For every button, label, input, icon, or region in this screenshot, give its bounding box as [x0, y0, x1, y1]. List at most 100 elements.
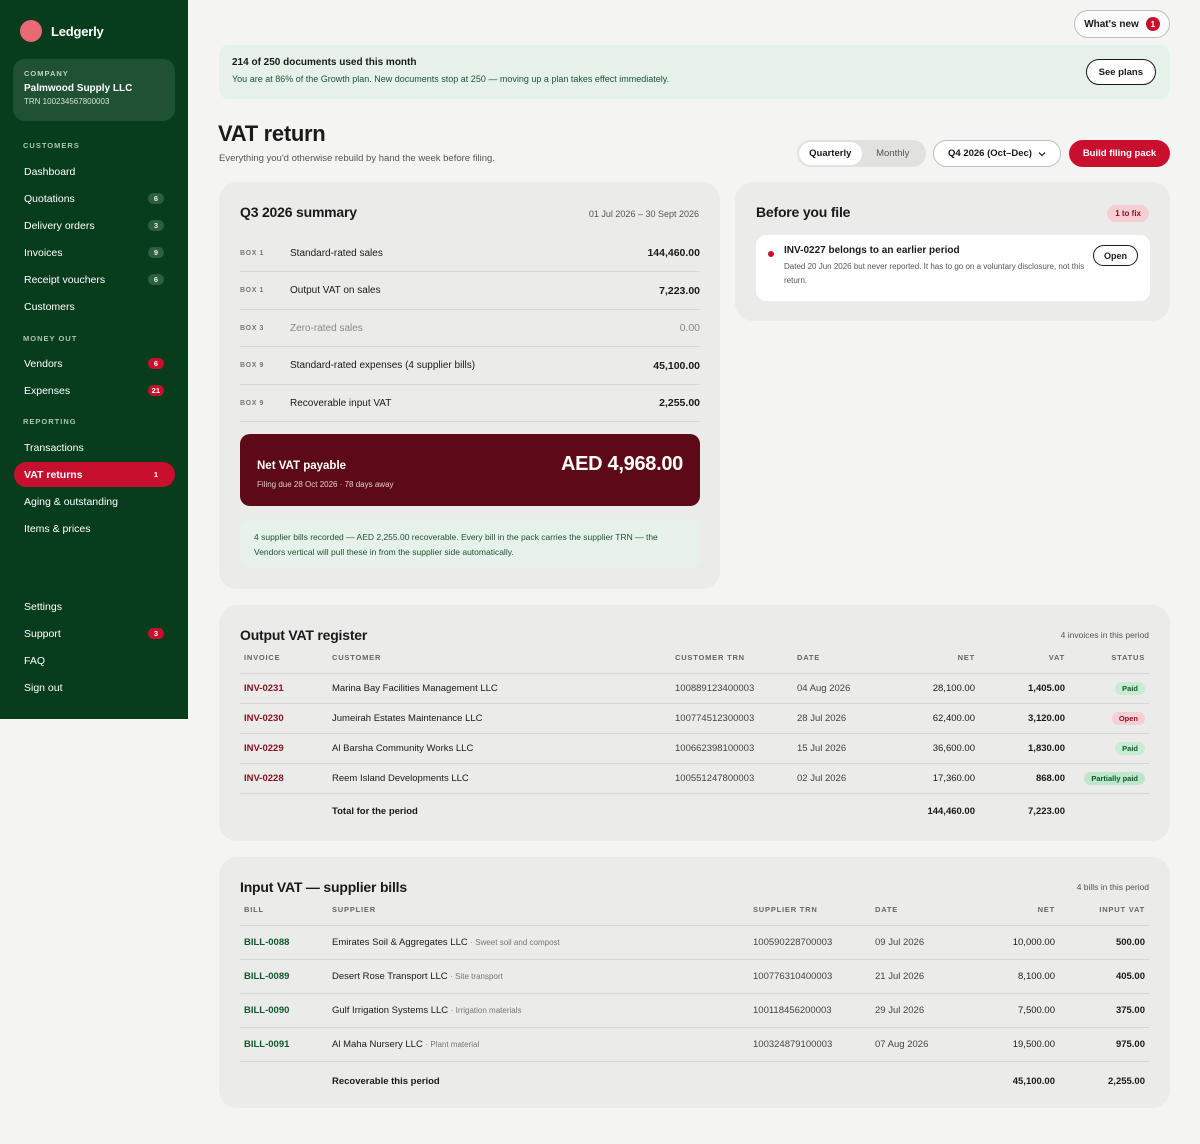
net-amount: 62,400.00 — [893, 703, 979, 734]
see-plans-button[interactable]: See plans — [1085, 59, 1156, 85]
table-row[interactable]: INV-0231 Marina Bay Facilities Management… — [240, 673, 1149, 704]
status-cell: Open — [1069, 703, 1149, 734]
nav-item-delivery-orders[interactable]: Delivery orders 3 — [14, 213, 175, 238]
chevron-down-icon — [1038, 151, 1046, 156]
toggle-quarterly[interactable]: Quarterly — [799, 142, 862, 165]
status-badge: Paid — [1115, 741, 1145, 755]
nav-item-label: Expenses — [24, 384, 71, 397]
column-header: INVOICE — [240, 643, 328, 674]
to-fix-badge: 1 to fix — [1107, 205, 1149, 222]
app-name: Ledgerly — [51, 23, 104, 39]
summary-dates: 01 Jul 2026 – 30 Sept 2026 — [588, 209, 699, 219]
build-filing-pack-button[interactable]: Build filing pack — [1069, 140, 1170, 167]
input-vat-table: BILL SUPPLIER SUPPLIER TRN DATE NET INPUT VAT… — [240, 895, 1149, 1101]
nav-item-customers[interactable]: Customers — [14, 294, 175, 319]
spacer-cell — [793, 792, 893, 830]
bill-link[interactable]: BILL-0090 — [240, 993, 328, 1028]
supplier-name: Desert Rose Transport LLC — [332, 970, 448, 982]
nav-item-settings[interactable]: Settings — [14, 594, 175, 619]
company-switcher[interactable]: COMPANY Palmwood Supply LLC TRN 10023456… — [13, 59, 175, 121]
table-row[interactable]: BILL-0089 Desert Rose Transport LLC · Sit… — [240, 959, 1149, 994]
nav-item-transactions[interactable]: Transactions — [14, 435, 175, 460]
spacer-cell — [671, 792, 793, 830]
column-header: SUPPLIER — [328, 895, 749, 926]
invoice-link[interactable]: INV-0230 — [240, 703, 328, 734]
nav-count-badge: 6 — [148, 274, 164, 285]
column-header: STATUS — [1069, 643, 1149, 674]
nav-item-faq[interactable]: FAQ — [14, 648, 175, 673]
nav-item-support[interactable]: Support 3 — [14, 621, 175, 646]
invoice-link[interactable]: INV-0228 — [240, 763, 328, 794]
issue-dot-icon — [768, 251, 774, 257]
issue-title: INV-0227 belongs to an earlier period — [784, 245, 960, 256]
invoice-link[interactable]: INV-0231 — [240, 673, 328, 704]
supplier-cell: Gulf Irrigation Systems LLC · Irrigation… — [328, 993, 749, 1028]
nav-item-quotations[interactable]: Quotations 6 — [14, 186, 175, 211]
output-vat-card: Output VAT register 4 invoices in this p… — [219, 605, 1170, 841]
column-header: VAT — [979, 643, 1069, 674]
supplier-trn: 100118456200003 — [749, 993, 871, 1028]
summary-row-label: Zero-rated sales — [290, 322, 363, 334]
net-amount: 17,360.00 — [893, 763, 979, 794]
input-vat-amount: 375.00 — [1059, 993, 1149, 1028]
status-badge: Open — [1111, 711, 1145, 725]
before-you-file-title: Before you file — [756, 204, 851, 220]
period-select[interactable]: Q4 2026 (Oct–Dec) — [933, 140, 1061, 167]
toggle-monthly[interactable]: Monthly — [862, 142, 925, 165]
table-row[interactable]: BILL-0090 Gulf Irrigation Systems LLC · I… — [240, 993, 1149, 1028]
table-row[interactable]: INV-0228 Reem Island Developments LLC 1005… — [240, 763, 1149, 794]
summary-row: BOX 1 Output VAT on sales 7,223.00 — [240, 273, 700, 310]
summary-row-label: Output VAT on sales — [290, 285, 381, 296]
sidebar: Ledgerly COMPANY Palmwood Supply LLC TRN… — [0, 0, 188, 719]
supplier-trn: 100776310400003 — [749, 959, 871, 994]
net-amount: 8,100.00 — [971, 959, 1059, 994]
supplier-description: · Sweet soil and compost — [470, 937, 560, 947]
app-logo[interactable]: Ledgerly — [20, 20, 104, 42]
spacer-cell — [871, 1060, 971, 1101]
box-number: BOX 1 — [240, 249, 265, 257]
company-label: COMPANY — [24, 69, 69, 78]
nav-item-label: Vendors — [24, 357, 63, 370]
nav-item-receipt-vouchers[interactable]: Receipt vouchers 6 — [14, 267, 175, 292]
whats-new-button[interactable]: What's new 1 — [1074, 10, 1170, 38]
vat-amount: 1,830.00 — [979, 733, 1069, 764]
company-name: Palmwood Supply LLC — [24, 83, 133, 94]
nav-item-invoices[interactable]: Invoices 9 — [14, 240, 175, 265]
page-subtitle: Everything you'd otherwise rebuild by ha… — [219, 153, 495, 164]
bill-date: 29 Jul 2026 — [871, 993, 971, 1028]
vat-amount: 868.00 — [979, 763, 1069, 794]
total-row: Total for the period 144,460.00 7,223.00 — [240, 792, 1149, 830]
logo-mark-icon — [20, 20, 42, 42]
table-row[interactable]: BILL-0088 Emirates Soil & Aggregates LLC … — [240, 925, 1149, 960]
table-row[interactable]: INV-0229 Al Barsha Community Works LLC 100… — [240, 733, 1149, 764]
table-row[interactable]: INV-0230 Jumeirah Estates Maintenance LLC… — [240, 703, 1149, 734]
invoice-link[interactable]: INV-0229 — [240, 733, 328, 764]
input-vat-title: Input VAT — supplier bills — [240, 879, 407, 895]
issue-item: INV-0227 belongs to an earlier period Da… — [756, 235, 1150, 301]
nav-item-vendors[interactable]: Vendors 6 — [14, 351, 175, 376]
nav-item-aging-and-outstanding[interactable]: Aging & outstanding — [14, 489, 175, 514]
nav-item-items-and-prices[interactable]: Items & prices — [14, 516, 175, 541]
input-vat-card: Input VAT — supplier bills 4 bills in th… — [219, 857, 1170, 1108]
nav-item-label: Invoices — [24, 246, 63, 259]
nav-section-customers: CUSTOMERS — [23, 141, 80, 150]
nav-item-label: Delivery orders — [24, 219, 95, 232]
nav-item-vat-returns[interactable]: VAT returns 1 — [14, 462, 175, 487]
summary-row: BOX 9 Recoverable input VAT 2,255.00 — [240, 385, 700, 422]
open-issue-button[interactable]: Open — [1092, 245, 1138, 266]
bill-link[interactable]: BILL-0088 — [240, 925, 328, 960]
bill-link[interactable]: BILL-0091 — [240, 1027, 328, 1062]
table-row[interactable]: BILL-0091 Al Maha Nursery LLC · Plant mat… — [240, 1027, 1149, 1062]
company-trn: TRN 100234567800003 — [24, 97, 110, 106]
summary-row-label: Recoverable input VAT — [290, 397, 392, 409]
nav-item-sign-out[interactable]: Sign out — [14, 675, 175, 700]
customer-name: Marina Bay Facilities Management LLC — [328, 673, 671, 704]
nav-item-dashboard[interactable]: Dashboard — [14, 159, 175, 184]
box-number: BOX 3 — [240, 324, 265, 332]
supplier-description: · Irrigation materials — [450, 1005, 522, 1015]
nav-item-label: FAQ — [24, 654, 46, 667]
total-input-vat: 2,255.00 — [1059, 1060, 1149, 1101]
usage-title: 214 of 250 documents used this month — [232, 57, 417, 68]
bill-link[interactable]: BILL-0089 — [240, 959, 328, 994]
nav-item-expenses[interactable]: Expenses 21 — [14, 378, 175, 403]
